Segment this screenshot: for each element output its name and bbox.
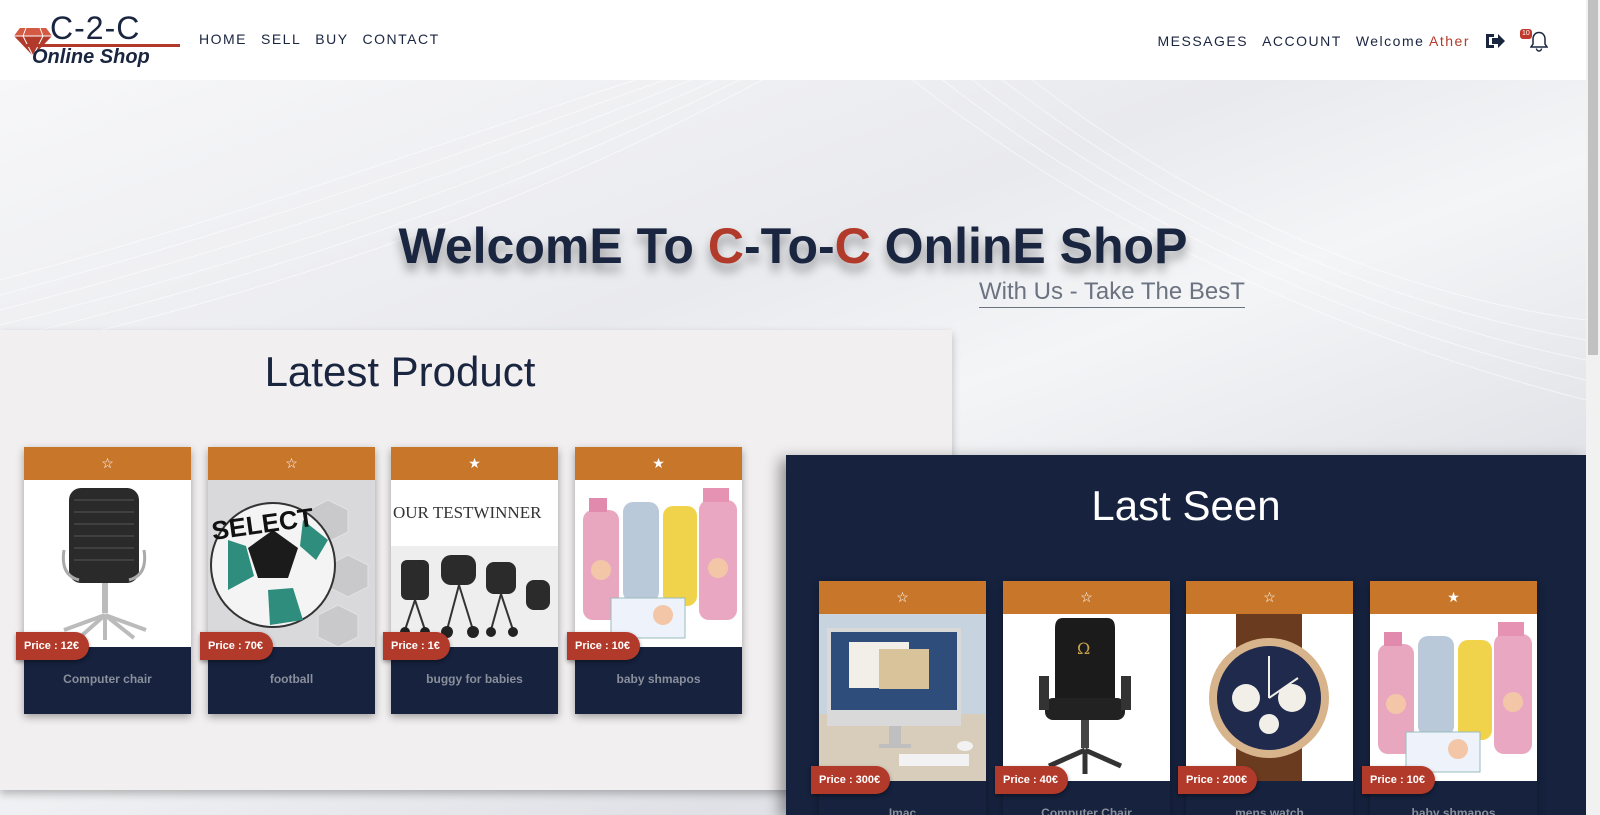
scrollbar-thumb[interactable] [1588, 0, 1598, 355]
price-tag: Price : 300€ [811, 766, 891, 794]
price-tag: Price : 200€ [1178, 766, 1258, 794]
product-name[interactable]: mens watch [1186, 806, 1353, 815]
product-image[interactable]: OUR TESTWINNER [391, 480, 558, 647]
last-seen-heading: Last Seen [1091, 482, 1281, 529]
product-image[interactable]: Ω [1003, 614, 1170, 781]
product-card[interactable]: ☆ SELECT football Price : 70€ [200, 447, 375, 714]
price-tag: Price : 1€ [383, 632, 450, 660]
user-name: Ather [1429, 33, 1470, 49]
nav-account[interactable]: ACCOUNT [1262, 33, 1342, 49]
logout-icon[interactable] [1484, 31, 1506, 51]
favorite-star-icon[interactable]: ★ [391, 447, 558, 480]
price-tag: Price : 10€ [567, 632, 641, 660]
product-card[interactable]: ☆ mens watch Price : 200€ [1178, 581, 1353, 815]
product-card[interactable]: ★ OUR TESTWINNER buggy for babies Price … [383, 447, 558, 714]
product-name[interactable]: Computer Chair [1003, 806, 1170, 815]
hero-title-c2: C [834, 218, 871, 274]
product-card[interactable]: ★ baby shmapos Price : 10€ [567, 447, 742, 714]
product-image[interactable] [24, 480, 191, 647]
product-image[interactable] [575, 480, 742, 647]
product-card[interactable]: ☆ Imac Price : 300€ [811, 581, 986, 815]
nav-buy[interactable]: BUY [315, 31, 348, 47]
nav-sell[interactable]: SELL [261, 31, 301, 47]
product-image[interactable] [1370, 614, 1537, 781]
product-name[interactable]: baby shmapos [575, 672, 742, 686]
welcome-label: Welcome [1355, 33, 1425, 49]
price-tag: Price : 12€ [16, 632, 90, 660]
nav-messages[interactable]: MESSAGES [1157, 33, 1248, 49]
nav-contact[interactable]: CONTACT [363, 31, 440, 47]
product-name[interactable]: Imac [819, 806, 986, 815]
hero-title: WelcomE To C-To-C OnlinE ShoP [0, 217, 1586, 275]
product-name[interactable]: football [208, 672, 375, 686]
price-tag: Price : 70€ [200, 632, 274, 660]
favorite-star-icon[interactable]: ☆ [24, 447, 191, 480]
product-card[interactable]: ☆ Ω Computer Chair Price : 40€ [995, 581, 1170, 815]
top-navbar: C-2-C Online Shop HOME SELL BUY CONTACT … [0, 0, 1586, 80]
product-card[interactable]: ★ baby shmapos Price : 10€ [1362, 581, 1537, 815]
product-name[interactable]: Computer chair [24, 672, 191, 686]
notifications-button[interactable]: 10 [1520, 29, 1548, 53]
logo-text-bottom: Online Shop [32, 46, 150, 68]
logo-text-top: C-2-C [50, 10, 141, 46]
favorite-star-icon[interactable]: ☆ [819, 581, 986, 614]
nav-home[interactable]: HOME [199, 31, 247, 47]
hero-subtitle: With Us - Take The BesT [979, 278, 1245, 308]
user-nav: MESSAGES ACCOUNT Welcome Ather 10 [1157, 29, 1548, 53]
favorite-star-icon[interactable]: ★ [1370, 581, 1537, 614]
product-image[interactable] [819, 614, 986, 781]
price-tag: Price : 40€ [995, 766, 1069, 794]
site-logo[interactable]: C-2-C Online Shop [14, 10, 180, 70]
hero-title-part-1: WelcomE To [398, 218, 708, 274]
product-name[interactable]: baby shmapos [1370, 806, 1537, 815]
page-scrollbar[interactable] [1586, 0, 1600, 815]
price-tag: Price : 10€ [1362, 766, 1436, 794]
welcome-text: Welcome Ather [1356, 33, 1470, 49]
product-card[interactable]: ☆ Computer chair Price : 12€ [16, 447, 191, 714]
product-image[interactable]: SELECT [208, 480, 375, 647]
latest-products-heading: Latest Product [264, 348, 536, 395]
favorite-star-icon[interactable]: ☆ [1186, 581, 1353, 614]
hero-title-c1: C [707, 218, 744, 274]
favorite-star-icon[interactable]: ☆ [208, 447, 375, 480]
favorite-star-icon[interactable]: ☆ [1003, 581, 1170, 614]
main-nav: HOME SELL BUY CONTACT [199, 31, 440, 47]
bell-icon [1530, 31, 1548, 52]
favorite-star-icon[interactable]: ★ [575, 447, 742, 480]
svg-text:Ω: Ω [1077, 639, 1090, 658]
hero-title-part-3: OnlinE ShoP [870, 218, 1188, 274]
hero-title-part-2: -To- [743, 218, 835, 274]
product-image[interactable] [1186, 614, 1353, 781]
last-seen-panel: Last Seen ☆ Imac Price : 300€ ☆ Ω Comput… [786, 455, 1586, 815]
product-name[interactable]: buggy for babies [391, 672, 558, 686]
svg-text:OUR TESTWINNER: OUR TESTWINNER [393, 503, 542, 522]
